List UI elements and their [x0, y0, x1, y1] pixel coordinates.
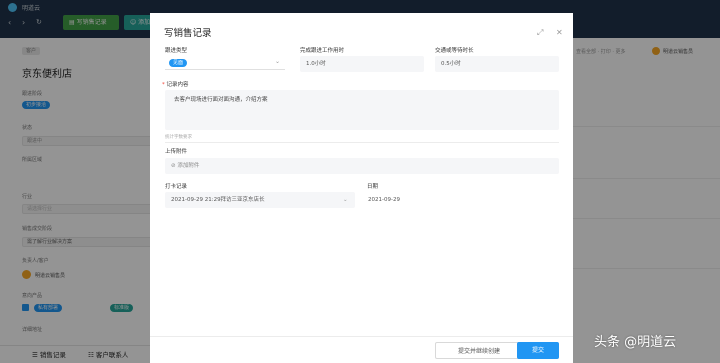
add-attachment-label: 添加附件	[177, 163, 200, 169]
watermark: 头条 @明道云	[594, 335, 677, 350]
expand-icon[interactable]: ⤢	[537, 29, 543, 37]
traffic-time-input[interactable]: 0.5小时	[435, 56, 559, 72]
work-hours-input[interactable]: 1.0小时	[300, 56, 424, 72]
follow-type-tag: 见面	[169, 59, 188, 67]
footer-divider	[150, 336, 573, 337]
date-label: 日期	[367, 184, 379, 190]
content-hint: 统计字数要求	[165, 135, 192, 140]
work-hours-label: 完成跟进工作用时	[300, 48, 345, 54]
content-text: 去客户现场进行面对面沟通，介绍方案	[174, 97, 268, 103]
follow-type-label: 跟进类型	[165, 48, 188, 54]
traffic-time-label: 交通或等待时长	[435, 48, 474, 54]
sales-record-dialog: 写销售记录 ⤢ ✕ 跟进类型 见面 ⌄ 完成跟进工作用时 1.0小时 交通或等待…	[150, 13, 573, 363]
chevron-down-icon: ⌄	[343, 197, 348, 203]
checkin-label: 打卡记录	[165, 184, 188, 190]
date-input[interactable]: 2021-09-29	[362, 192, 422, 208]
checkin-select[interactable]: 2021-09-29 21:29拜访三亚京东店长 ⌄	[165, 192, 355, 208]
attachment-label: 上传附件	[165, 149, 188, 155]
close-icon[interactable]: ✕	[556, 29, 563, 37]
content-label-text: 记录内容	[166, 82, 189, 88]
dialog-title: 写销售记录	[164, 28, 212, 39]
content-label: * 记录内容	[162, 80, 189, 88]
section-divider	[165, 142, 559, 143]
submit-continue-button[interactable]: 提交并继续创建	[435, 342, 523, 359]
checkin-value: 2021-09-29 21:29拜访三亚京东店长	[171, 197, 265, 203]
content-textarea[interactable]: 去客户现场进行面对面沟通，介绍方案	[165, 90, 559, 130]
submit-button[interactable]: 提交	[517, 342, 559, 359]
add-attachment-button[interactable]: ⊘ 添加附件	[165, 158, 559, 174]
chevron-down-icon: ⌄	[275, 58, 281, 65]
follow-type-select[interactable]: 见面 ⌄	[165, 56, 285, 70]
